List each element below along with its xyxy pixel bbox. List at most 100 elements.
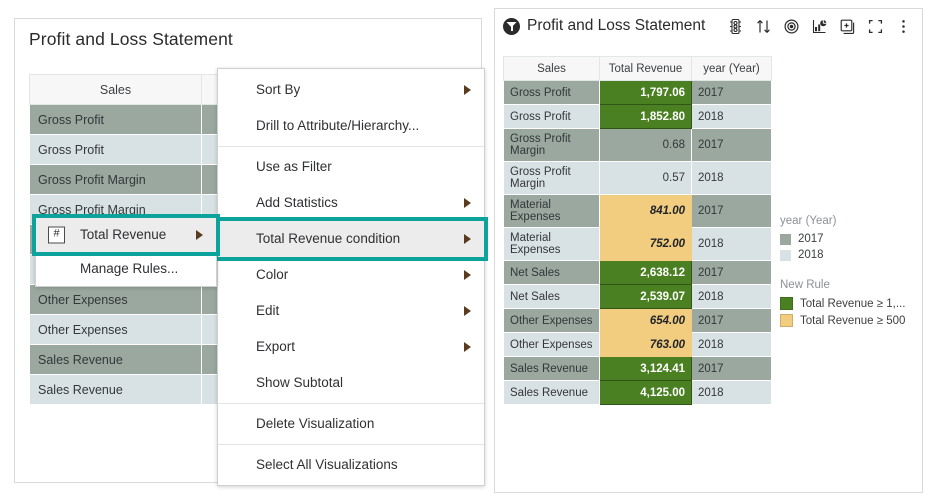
cell-sales[interactable]: Other Expenses (504, 309, 600, 333)
cell-sales[interactable]: Other Expenses (504, 333, 600, 357)
cell-value[interactable]: 2,539.07 (600, 285, 692, 309)
cell-value[interactable]: 763.00 (600, 333, 692, 357)
cell-sales[interactable]: Gross Profit (30, 135, 202, 165)
cell-year[interactable]: 2018 (692, 333, 772, 357)
legend-item[interactable]: Total Revenue ≥ 500 (780, 314, 920, 327)
screenshot-root: Profit and Loss Statement Sales To Gross… (0, 0, 937, 501)
cell-value[interactable]: 1,852.80 (600, 105, 692, 129)
cell-sales[interactable]: Sales Revenue (504, 357, 600, 381)
table-row[interactable]: Sales Revenue3,124.412017 (504, 357, 772, 381)
thresholds-traffic-light-icon[interactable] (727, 18, 744, 35)
cell-value[interactable]: 752.00 (600, 228, 692, 261)
cell-sales[interactable]: Sales Revenue (30, 375, 202, 405)
menu-item-label: Total Revenue condition (256, 231, 400, 246)
target-icon[interactable] (783, 18, 800, 35)
cell-year[interactable]: 2017 (692, 309, 772, 333)
cell-sales[interactable]: Material Expenses (504, 228, 600, 261)
table-row[interactable]: Sales Revenue4,125.002018 (504, 381, 772, 405)
cell-year[interactable]: 2018 (692, 381, 772, 405)
menu-item-delete-visualization[interactable]: Delete Visualization (218, 406, 484, 442)
cell-sales[interactable]: Material Expenses (504, 195, 600, 228)
legend-item[interactable]: 2018 (780, 249, 920, 261)
menu-separator (218, 403, 484, 404)
table-row[interactable]: Material Expenses752.002018 (504, 228, 772, 261)
submenu-item-label: Total Revenue (80, 227, 166, 242)
submenu-caret-icon (464, 342, 471, 352)
column-header-year[interactable]: year (Year) (692, 57, 772, 81)
cell-value[interactable]: 0.68 (600, 129, 692, 162)
submenu-caret-icon (464, 306, 471, 316)
table-row[interactable]: Gross Profit Margin0.682017 (504, 129, 772, 162)
cell-value[interactable]: 654.00 (600, 309, 692, 333)
cell-year[interactable]: 2018 (692, 105, 772, 129)
table-row[interactable]: Other Expenses763.002018 (504, 333, 772, 357)
cell-year[interactable]: 2017 (692, 195, 772, 228)
menu-item-select-all-visualizations[interactable]: Select All Visualizations (218, 447, 484, 483)
fullscreen-icon[interactable] (867, 18, 884, 35)
column-header-total-revenue[interactable]: Total Revenue (600, 57, 692, 81)
menu-item-label: Delete Visualization (256, 416, 374, 431)
cell-sales[interactable]: Net Sales (504, 261, 600, 285)
submenu-item-total-revenue[interactable]: #Total Revenue (36, 218, 216, 252)
menu-item-total-revenue-condition[interactable]: Total Revenue condition (218, 221, 484, 257)
menu-item-use-as-filter[interactable]: Use as Filter (218, 149, 484, 185)
insights-chart-icon[interactable] (811, 18, 828, 35)
sort-arrows-icon[interactable] (755, 18, 772, 35)
cell-year[interactable]: 2017 (692, 81, 772, 105)
duplicate-icon[interactable] (839, 18, 856, 35)
menu-item-edit[interactable]: Edit (218, 293, 484, 329)
filter-funnel-icon (503, 18, 520, 35)
menu-item-sort-by[interactable]: Sort By (218, 72, 484, 108)
cell-sales[interactable]: Sales Revenue (504, 381, 600, 405)
cell-sales[interactable]: Sales Revenue (30, 345, 202, 375)
column-header-sales[interactable]: Sales (30, 75, 202, 105)
table-row[interactable]: Material Expenses841.002017 (504, 195, 772, 228)
menu-item-export[interactable]: Export (218, 329, 484, 365)
table-row[interactable]: Net Sales2,539.072018 (504, 285, 772, 309)
cell-value[interactable]: 2,638.12 (600, 261, 692, 285)
cell-year[interactable]: 2017 (692, 357, 772, 381)
cell-year[interactable]: 2018 (692, 285, 772, 309)
cell-year[interactable]: 2018 (692, 228, 772, 261)
cell-value[interactable]: 3,124.41 (600, 357, 692, 381)
menu-item-label: Show Subtotal (256, 375, 343, 390)
menu-item-add-statistics[interactable]: Add Statistics (218, 185, 484, 221)
cell-sales[interactable]: Net Sales (504, 285, 600, 309)
submenu-item-manage-rules[interactable]: Manage Rules... (36, 252, 216, 286)
cell-sales[interactable]: Gross Profit Margin (504, 129, 600, 162)
table-row[interactable]: Gross Profit Margin0.572018 (504, 162, 772, 195)
cell-year[interactable]: 2018 (692, 162, 772, 195)
more-options-icon[interactable] (895, 18, 912, 35)
right-panel-header: Profit and Loss Statement (495, 9, 922, 41)
legend-item[interactable]: Total Revenue ≥ 1,... (780, 297, 920, 310)
table-row[interactable]: Gross Profit1,852.802018 (504, 105, 772, 129)
cell-sales[interactable]: Other Expenses (30, 315, 202, 345)
cell-sales[interactable]: Other Expenses (30, 285, 202, 315)
cell-value[interactable]: 4,125.00 (600, 381, 692, 405)
column-header-sales[interactable]: Sales (504, 57, 600, 81)
legend: year (Year) 20172018 New Rule Total Reve… (780, 215, 920, 331)
cell-sales[interactable]: Gross Profit Margin (504, 162, 600, 195)
menu-item-drill-to-attribute-hierarchy[interactable]: Drill to Attribute/Hierarchy... (218, 108, 484, 144)
legend-item[interactable]: 2017 (780, 233, 920, 245)
menu-item-color[interactable]: Color (218, 257, 484, 293)
table-row[interactable]: Gross Profit1,797.062017 (504, 81, 772, 105)
cell-value[interactable]: 0.57 (600, 162, 692, 195)
table-row[interactable]: Net Sales2,638.122017 (504, 261, 772, 285)
context-menu[interactable]: Sort ByDrill to Attribute/Hierarchy... Us… (217, 68, 485, 486)
table-row[interactable]: Other Expenses654.002017 (504, 309, 772, 333)
cell-sales[interactable]: Gross Profit Margin (30, 165, 202, 195)
cell-sales[interactable]: Gross Profit (504, 105, 600, 129)
cell-sales[interactable]: Gross Profit (30, 105, 202, 135)
menu-item-label: Color (256, 267, 288, 282)
cell-value[interactable]: 1,797.06 (600, 81, 692, 105)
menu-item-show-subtotal[interactable]: Show Subtotal (218, 365, 484, 401)
cell-year[interactable]: 2017 (692, 129, 772, 162)
cell-sales[interactable]: Gross Profit (504, 81, 600, 105)
legend-year-title: year (Year) (780, 215, 920, 227)
legend-item-label: Total Revenue ≥ 500 (800, 315, 905, 327)
metric-rules-submenu[interactable]: #Total RevenueManage Rules... (35, 217, 217, 287)
cell-value[interactable]: 841.00 (600, 195, 692, 228)
cell-year[interactable]: 2017 (692, 261, 772, 285)
submenu-caret-icon (464, 85, 471, 95)
